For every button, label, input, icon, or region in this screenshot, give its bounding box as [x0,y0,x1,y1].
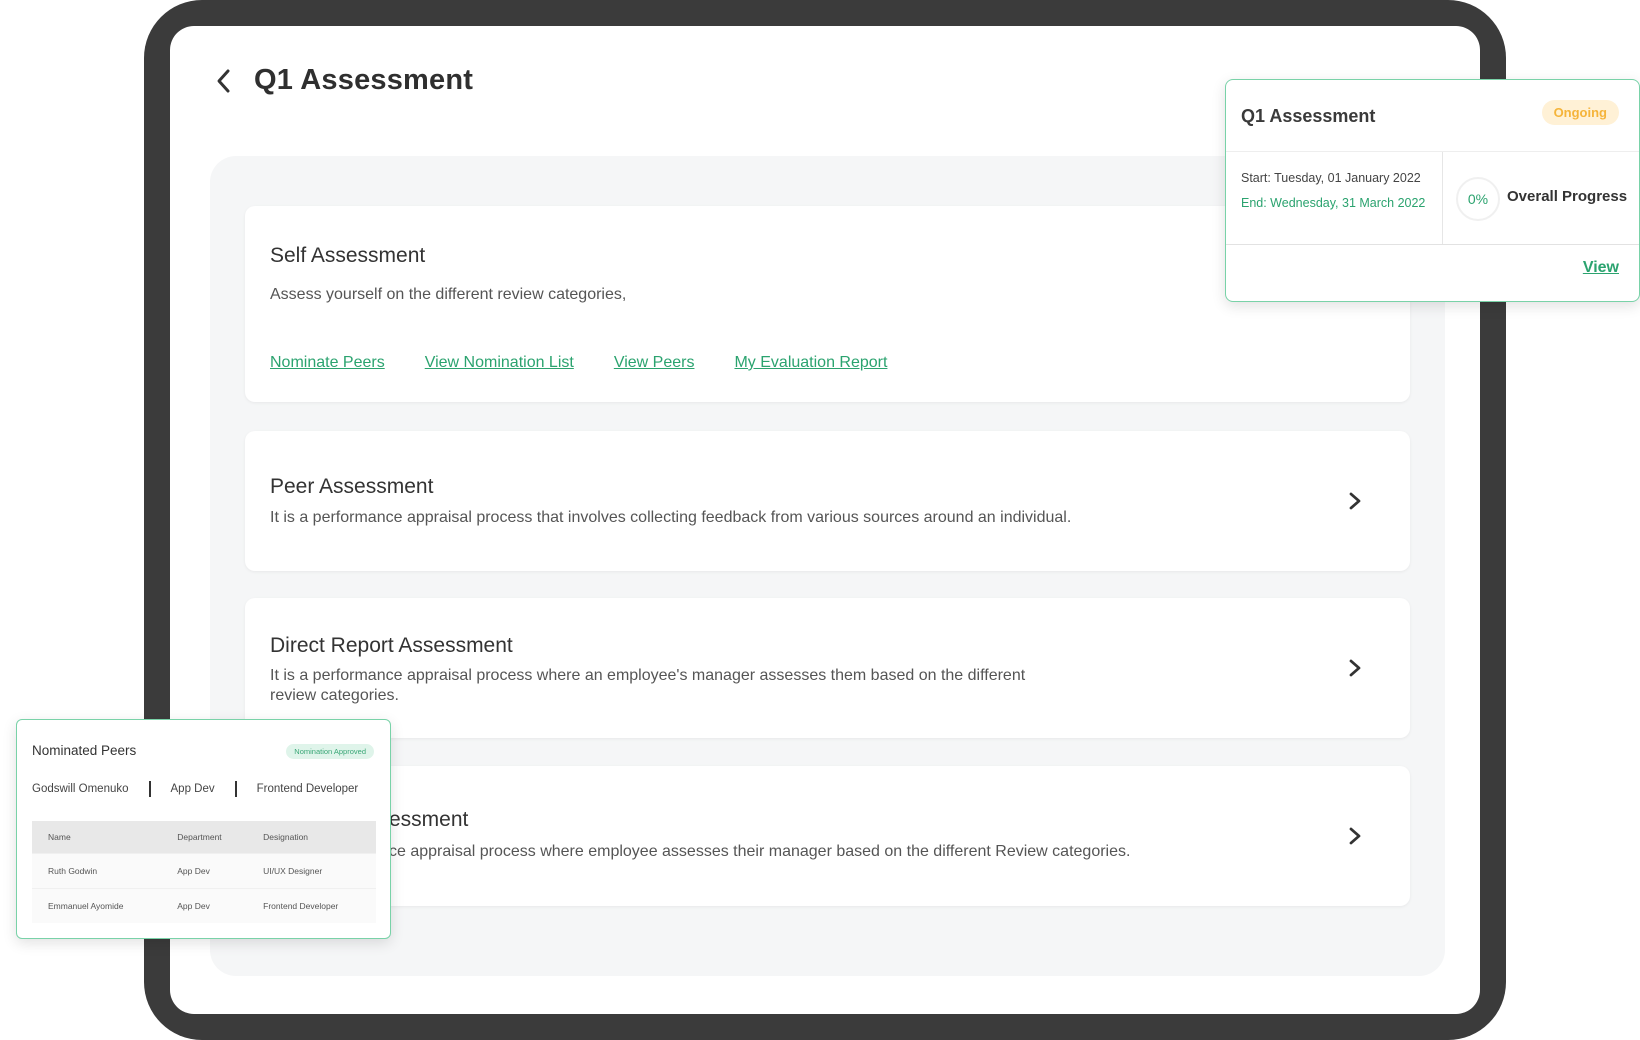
chevron-right-icon[interactable] [1348,491,1362,511]
nominated-peers-table: Name Department Designation Ruth Godwin … [32,821,376,923]
chevron-right-icon[interactable] [1348,826,1362,846]
manager-assessment-card[interactable]: essment ce appraisal process where emplo… [245,766,1410,906]
table-row[interactable]: Emmanuel Ayomide App Dev Frontend Develo… [32,888,376,923]
table-row[interactable]: Ruth Godwin App Dev UI/UX Designer [32,853,376,889]
cell-designation: UI/UX Designer [247,853,376,889]
card-title: Self Assessment [270,244,426,267]
overview-title: Q1 Assessment [1241,106,1376,126]
card-description: Assess yourself on the different review … [270,286,627,303]
nominee-department: App Dev [170,783,215,795]
self-assessment-links: Nominate Peers View Nomination List View… [270,354,887,372]
direct-report-assessment-card[interactable]: Direct Report Assessment It is a perform… [245,598,1410,738]
column-header: Department [161,821,248,854]
start-date: Start: Tuesday, 01 January 2022 [1241,171,1421,185]
assessment-overview-card: Q1 Assessment Ongoing Start: Tuesday, 01… [1225,79,1640,302]
cell-designation: Frontend Developer [247,888,376,923]
nomination-status-badge: Nomination Approved [286,744,374,759]
my-evaluation-report-link[interactable]: My Evaluation Report [734,354,887,372]
page-header: Q1 Assessment [214,64,473,97]
card-title: Direct Report Assessment [270,634,513,657]
nominee-designation: Frontend Developer [256,783,359,795]
progress-label: Overall Progress [1507,188,1628,205]
card-description: ce appraisal process where employee asse… [389,843,1131,860]
card-title: essment [389,808,469,831]
progress-ring: 0% [1456,177,1500,221]
peer-assessment-card[interactable]: Peer Assessment It is a performance appr… [245,431,1410,571]
status-badge: Ongoing [1541,100,1619,125]
cell-name: Ruth Godwin [32,853,162,889]
view-peers-link[interactable]: View Peers [614,354,695,372]
column-header: Designation [247,821,376,854]
end-date: End: Wednesday, 31 March 2022 [1241,196,1426,210]
cell-department: App Dev [161,888,248,923]
cell-name: Emmanuel Ayomide [32,888,162,923]
view-link[interactable]: View [1583,259,1619,277]
nominated-peers-title: Nominated Peers [32,743,137,758]
chevron-right-icon[interactable] [1348,658,1362,678]
nominee-info: Godswill Omenuko App Dev Frontend Develo… [32,781,358,797]
overview-details: Start: Tuesday, 01 January 2022 End: Wed… [1226,151,1639,245]
card-title: Peer Assessment [270,475,434,498]
divider [1442,152,1443,244]
nominated-peers-card: Nominated Peers Nomination Approved Gods… [16,719,391,939]
column-header: Name [32,821,162,854]
card-description: It is a performance appraisal process wh… [270,667,1026,704]
page-title: Q1 Assessment [254,64,474,96]
nominate-peers-link[interactable]: Nominate Peers [270,354,385,372]
view-nomination-list-link[interactable]: View Nomination List [425,354,574,372]
table-header-row: Name Department Designation [32,821,376,854]
cell-department: App Dev [161,853,248,889]
nominee-name: Godswill Omenuko [32,783,129,795]
card-description: It is a performance appraisal process th… [270,509,1072,526]
progress-value: 0% [1467,191,1489,207]
separator [148,781,151,797]
separator [234,781,237,797]
back-chevron-icon[interactable] [214,68,234,94]
